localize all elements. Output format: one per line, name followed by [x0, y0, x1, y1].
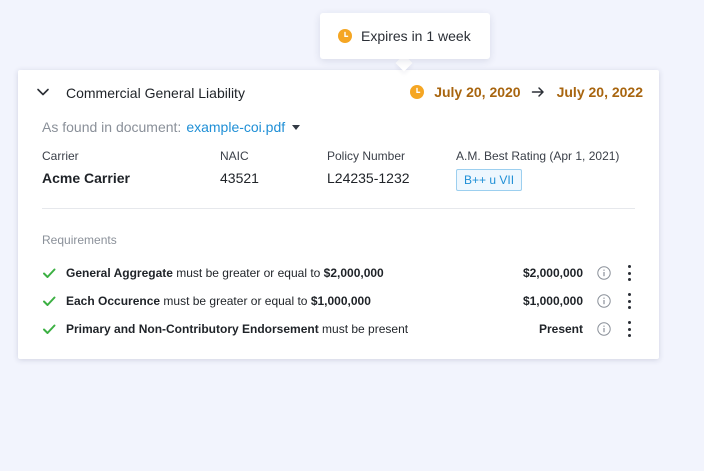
- divider: [42, 208, 635, 209]
- document-link[interactable]: example-coi.pdf: [186, 119, 285, 135]
- policy-date-range: July 20, 2020 July 20, 2022: [410, 84, 643, 100]
- requirement-value: $1,000,000: [522, 294, 583, 308]
- rating-label: A.M. Best Rating (Apr 1, 2021): [456, 149, 620, 163]
- requirement-condition: must be present: [318, 322, 409, 336]
- requirement-value: $2,000,000: [522, 266, 583, 280]
- clock-icon: [338, 29, 352, 43]
- start-date: July 20, 2020: [434, 84, 521, 100]
- carrier-label: Carrier: [42, 149, 79, 163]
- requirement-threshold: $2,000,000: [323, 266, 384, 280]
- requirement-name: Each Occurence: [66, 294, 161, 308]
- requirement-condition: must be greater or equal to: [172, 266, 324, 280]
- requirement-text: General Aggregate must be greater or equ…: [66, 266, 523, 280]
- requirement-value: Present: [538, 322, 583, 336]
- more-options-icon[interactable]: [627, 293, 631, 309]
- carrier-value: Acme Carrier: [42, 170, 130, 186]
- arrow-right-icon: [531, 85, 545, 99]
- check-icon: [42, 294, 56, 308]
- naic-value: 43521: [220, 170, 259, 186]
- policy-card: Commercial General Liability July 20, 20…: [18, 70, 659, 359]
- carrier-field: Carrier Acme Carrier: [42, 149, 130, 186]
- requirement-threshold: $1,000,000: [310, 294, 371, 308]
- check-icon: [42, 266, 56, 280]
- expiry-tooltip: Expires in 1 week: [320, 13, 490, 59]
- naic-label: NAIC: [220, 149, 249, 163]
- requirement-condition: must be greater or equal to: [160, 294, 311, 308]
- requirement-row: Each Occurence must be greater or equal …: [42, 291, 631, 311]
- requirement-text: Each Occurence must be greater or equal …: [66, 294, 523, 308]
- policy-number-label: Policy Number: [327, 149, 406, 163]
- tooltip-text: Expires in 1 week: [361, 28, 471, 44]
- requirement-row: General Aggregate must be greater or equ…: [42, 263, 631, 283]
- policy-number-field: Policy Number L24235-1232: [327, 149, 410, 186]
- caret-down-icon[interactable]: [292, 124, 301, 130]
- rating-field: A.M. Best Rating (Apr 1, 2021) B++ u VII: [456, 149, 619, 191]
- requirement-name: Primary and Non-Contributory Endorsement: [66, 322, 319, 336]
- more-options-icon[interactable]: [627, 265, 631, 281]
- info-icon[interactable]: [597, 294, 611, 308]
- info-icon[interactable]: [597, 322, 611, 336]
- card-header: Commercial General Liability July 20, 20…: [18, 70, 659, 116]
- policy-title: Commercial General Liability: [66, 85, 245, 101]
- requirement-name: General Aggregate: [66, 266, 173, 280]
- info-icon[interactable]: [597, 266, 611, 280]
- found-in-document: As found in document: example-coi.pdf: [42, 119, 301, 135]
- rating-badge: B++ u VII: [456, 169, 523, 191]
- requirements-heading: Requirements: [42, 233, 117, 247]
- chevron-down-icon[interactable]: [36, 85, 50, 99]
- check-icon: [42, 322, 56, 336]
- clock-icon: [410, 85, 425, 99]
- found-label: As found in document:: [42, 119, 182, 135]
- policy-number-value: L24235-1232: [327, 170, 410, 186]
- more-options-icon[interactable]: [627, 321, 631, 337]
- requirement-text: Primary and Non-Contributory Endorsement…: [66, 322, 539, 336]
- requirement-row: Primary and Non-Contributory Endorsement…: [42, 319, 631, 339]
- naic-field: NAIC 43521: [220, 149, 259, 186]
- end-date: July 20, 2022: [556, 84, 643, 100]
